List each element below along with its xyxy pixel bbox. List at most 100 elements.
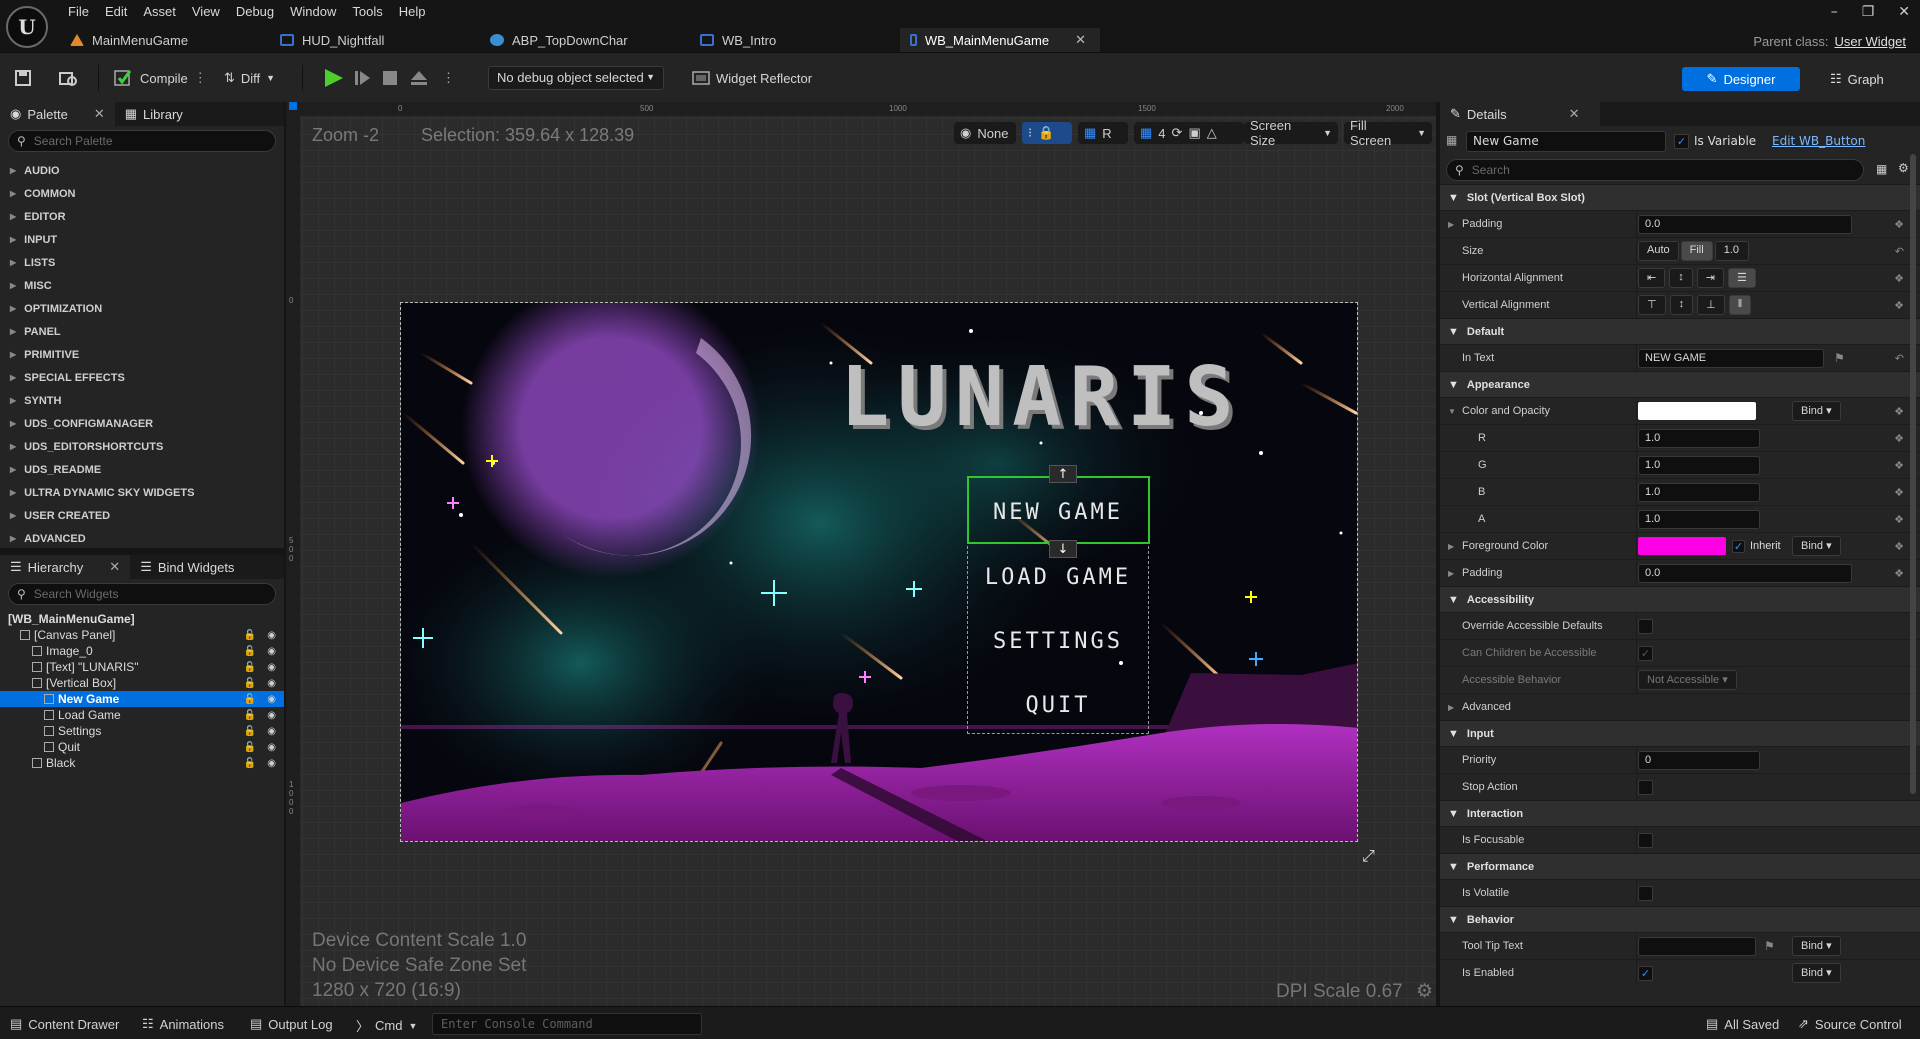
visibility-eye-icon[interactable]: ◉ [267,758,276,769]
b-field[interactable]: 1.0 [1638,482,1760,502]
close-details-icon[interactable]: ✕ [1569,106,1580,122]
section-input[interactable]: ▼ Input [1440,720,1920,746]
palette-category[interactable]: ▶ PRIMITIVE [0,343,284,366]
fill-screen-select[interactable]: Fill Screen ▼ [1344,118,1432,148]
lock-icon[interactable]: 🔓 [244,694,256,705]
load-game-button[interactable]: LOAD GAME [967,565,1149,590]
prop-advanced[interactable]: ▶ Advanced [1440,693,1920,720]
hierarchy-item[interactable]: [Text] "LUNARIS" 🔓 ◉ [0,659,284,675]
widget-search-input[interactable]: ⚲ Search Widgets [8,583,276,605]
bind-dropdown[interactable]: Bind ▾ [1792,536,1841,556]
table-view-icon[interactable]: ▦ [1876,162,1887,176]
reset-icon[interactable]: ❖ [1894,567,1904,580]
tab-palette[interactable]: ◉ Palette ✕ [0,102,115,126]
lock-icon[interactable]: 🔓 [244,630,256,641]
section-default[interactable]: ▼ Default [1440,318,1920,344]
g-field[interactable]: 1.0 [1638,455,1760,475]
section-slot[interactable]: ▼ Slot (Vertical Box Slot) [1440,184,1920,210]
reset-icon[interactable]: ❖ [1894,218,1904,231]
reset-icon[interactable]: ❖ [1894,272,1904,285]
gear-icon[interactable]: ⚙ [1416,981,1433,1002]
lock-icon[interactable]: 🔓 [244,710,256,721]
hierarchy-item[interactable]: [WB_MainMenuGame] [0,611,284,627]
align-vfill-icon[interactable]: ‖ [1728,295,1752,315]
hierarchy-item[interactable]: Black 🔓 ◉ [0,755,284,771]
foreground-color-swatch[interactable] [1638,537,1726,555]
lock-icon[interactable]: 🔓 [244,726,256,737]
align-right-icon[interactable]: ⇥ [1696,268,1724,288]
reset-icon[interactable]: ❖ [1894,432,1904,445]
palette-category[interactable]: ▶ SPECIAL EFFECTS [0,366,284,389]
hierarchy-item[interactable]: Settings 🔓 ◉ [0,723,284,739]
details-search-input[interactable]: ⚲ Search [1446,159,1864,181]
animations-button[interactable]: ☷ Animations [142,1016,224,1032]
visibility-eye-icon[interactable]: ◉ [267,694,276,705]
is-volatile-checkbox[interactable] [1638,885,1653,901]
in-text-field[interactable]: NEW GAME [1638,348,1824,368]
source-control-button[interactable]: ⇗ Source Control [1798,1016,1902,1032]
tooltip-field[interactable] [1638,936,1756,956]
size-value-field[interactable]: 1.0 [1714,241,1749,261]
tab-mainmenugame[interactable]: MainMenuGame [60,28,270,52]
parent-class-link[interactable]: User Widget [1834,34,1906,49]
lock-icon[interactable]: 🔓 [244,742,256,753]
r-field[interactable]: 1.0 [1638,428,1760,448]
palette-category[interactable]: ▶ OPTIMIZATION [0,297,284,320]
size-fill-button[interactable]: Fill [1680,241,1713,261]
visibility-eye-icon[interactable]: ◉ [267,678,276,689]
align-fill-icon[interactable]: ☰ [1727,268,1756,288]
lock-icon[interactable]: 🔓 [244,758,256,769]
section-behavior[interactable]: ▼ Behavior [1440,906,1920,932]
palette-category[interactable]: ▶ SYNTH [0,389,284,412]
align-left-icon[interactable]: ⇤ [1638,268,1666,288]
reset-icon[interactable]: ❖ [1894,540,1904,553]
hierarchy-item[interactable]: [Canvas Panel] 🔓 ◉ [0,627,284,643]
bind-dropdown[interactable]: Bind ▾ [1792,963,1841,983]
designer-button[interactable]: ✎ Designer [1682,67,1800,91]
menu-asset[interactable]: Asset [135,2,184,24]
align-top-icon[interactable]: ⊤ [1638,295,1666,315]
settings-gear-icon[interactable]: ⚙ [1898,161,1909,175]
edit-wb-button-link[interactable]: Edit WB_Button [1772,134,1865,148]
details-scrollbar[interactable] [1910,154,1916,794]
is-enabled-checkbox[interactable]: ✓ [1638,965,1653,981]
respect-locks-button[interactable]: ▦ R [1078,122,1128,144]
tab-library[interactable]: ▦ Library [115,102,193,126]
menu-help[interactable]: Help [391,2,434,24]
reset-icon[interactable]: ❖ [1894,405,1904,418]
hierarchy-item[interactable]: Load Game 🔓 ◉ [0,707,284,723]
reset-icon[interactable]: ❖ [1894,459,1904,472]
save-icon[interactable] [14,66,32,90]
palette-category[interactable]: ▶ UDS_CONFIGMANAGER [0,412,284,435]
inherit-checkbox[interactable]: ✓ [1732,539,1745,553]
menu-window[interactable]: Window [282,2,344,24]
palette-search-input[interactable]: ⚲ Search Palette [8,130,276,152]
hierarchy-item[interactable]: New Game 🔓 ◉ [0,691,284,707]
screen-size-select[interactable]: Screen Size ▼ [1244,118,1338,148]
localize-flag-icon[interactable]: ⚑ [1834,351,1845,365]
compile-button[interactable]: Compile ⋮ [114,66,207,90]
content-drawer-button[interactable]: ▤ Content Drawer [10,1016,119,1032]
minimize-icon[interactable]: – [1831,4,1838,20]
priority-field[interactable]: 0 [1638,750,1760,770]
play-icon[interactable] [322,66,344,90]
lock-icon[interactable]: 🔓 [244,678,256,689]
graph-button[interactable]: ☷ Graph [1830,67,1884,91]
settings-button[interactable]: SETTINGS [967,629,1149,654]
palette-category[interactable]: ▶ EDITOR [0,205,284,228]
tab-hierarchy[interactable]: ☰ Hierarchy ✕ [0,555,131,579]
grid-snap-controls[interactable]: ▦ 4 ⟳ ▣ △ [1134,122,1244,144]
preview-none-button[interactable]: ◉ None [954,122,1016,144]
palette-category[interactable]: ▶ UDS_EDITORSHORTCUTS [0,435,284,458]
menu-view[interactable]: View [184,2,228,24]
browse-icon[interactable] [58,66,78,90]
palette-category[interactable]: ▶ AUDIO [0,159,284,182]
is-focusable-checkbox[interactable] [1638,832,1653,848]
align-middle-icon[interactable]: ↕ [1669,295,1694,315]
reset-icon[interactable]: ❖ [1894,299,1904,312]
cmd-select[interactable]: 〉 Cmd ▼ [356,1016,417,1035]
output-log-button[interactable]: ▤ Output Log [250,1016,333,1032]
align-center-icon[interactable]: ↕ [1669,268,1693,288]
visibility-eye-icon[interactable]: ◉ [267,662,276,673]
visibility-eye-icon[interactable]: ◉ [267,710,276,721]
